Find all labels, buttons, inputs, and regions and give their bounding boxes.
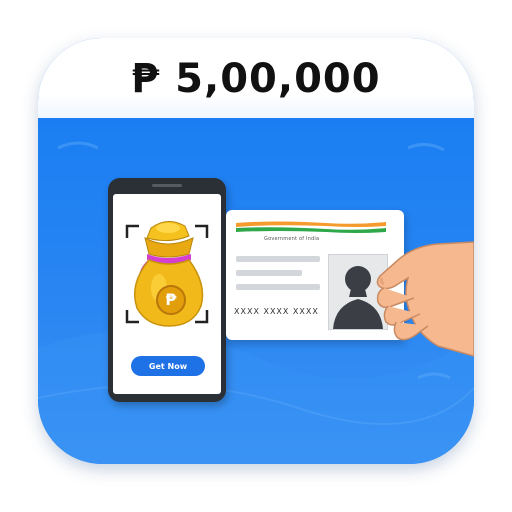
money-bag-icon: ₱ — [123, 214, 211, 332]
phone-illustration: ₱ Get Now — [108, 178, 226, 402]
flag-band — [236, 221, 386, 233]
get-now-button[interactable]: Get Now — [131, 356, 205, 376]
scan-frame-icon: ₱ — [125, 221, 209, 327]
phone-screen: ₱ Get Now — [113, 194, 221, 394]
icon-header: ₱ 5,00,000 — [38, 38, 474, 118]
amount-text: ₱ 5,00,000 — [131, 56, 381, 102]
id-line — [236, 284, 320, 290]
id-line — [236, 270, 302, 276]
hand-icon — [376, 241, 474, 357]
id-number: XXXX XXXX XXXX — [234, 307, 319, 316]
id-line — [236, 256, 320, 262]
app-icon[interactable]: ₱ 5,00,000 ₱ Get Now Government of India… — [38, 38, 474, 464]
peso-coin-icon: ₱ — [165, 290, 177, 309]
icon-body: ₱ Get Now Government of India XXXX XXXX … — [38, 118, 474, 464]
issuer-text: Government of India — [264, 236, 320, 242]
phone-earpiece — [152, 184, 182, 187]
